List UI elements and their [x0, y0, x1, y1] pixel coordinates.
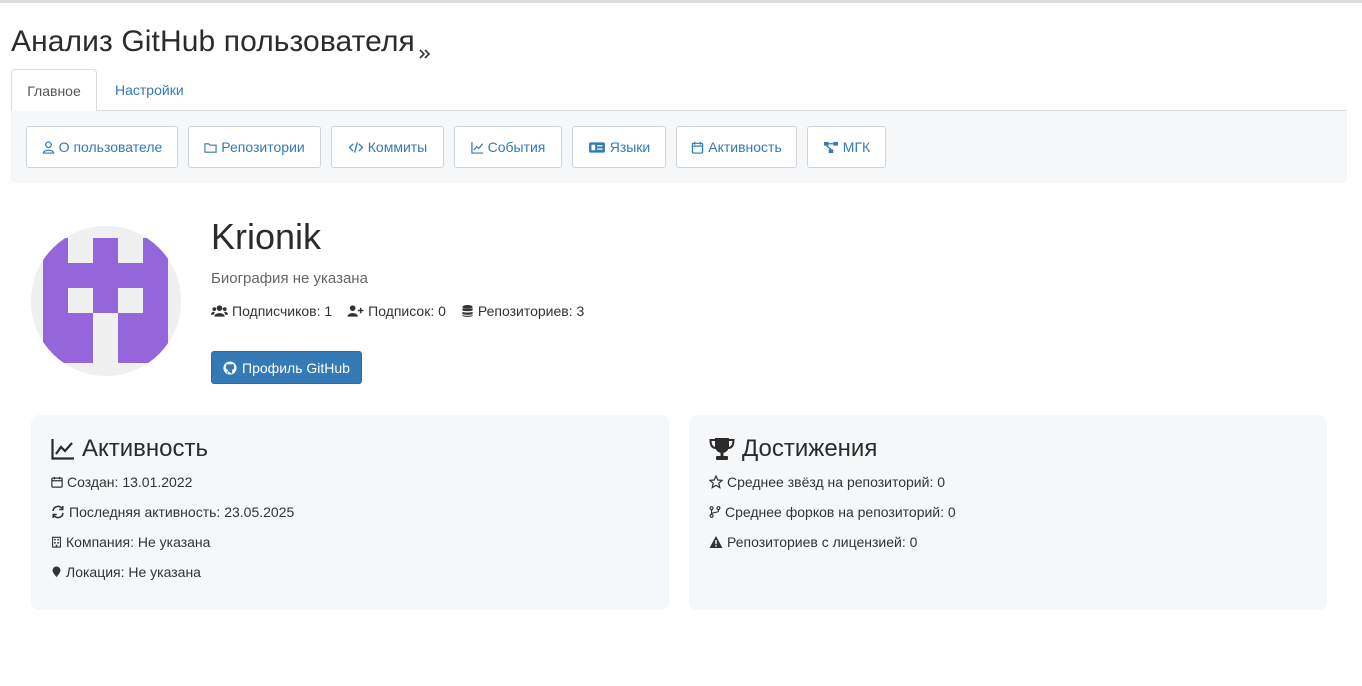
activity-label: Активность [708, 139, 782, 155]
building-icon [52, 536, 61, 548]
double-chevron-right-icon[interactable] [418, 47, 432, 61]
repos-stat: Репозиториев: 3 [461, 303, 584, 319]
user-plus-icon [347, 305, 364, 317]
map-marker-icon [52, 566, 61, 578]
avg-forks-row: Среднее форков на репозиторий: 0 [709, 503, 956, 521]
page-title: Анализ GitHub пользователя [11, 25, 415, 58]
tab-main[interactable]: Главное [11, 69, 97, 112]
events-button[interactable]: События [454, 126, 562, 168]
users-icon [211, 305, 228, 317]
location-row: Локация: Не указана [51, 563, 201, 581]
languages-button[interactable]: Языки [572, 126, 666, 168]
user-icon [42, 140, 54, 154]
following-count: Подписок: 0 [368, 303, 446, 319]
last-activity-row: Последняя активность: 23.05.2025 [51, 503, 294, 521]
browser-top-border [0, 0, 1362, 3]
tab-bar: Главное Настройки [11, 69, 1347, 112]
calendar-icon [51, 476, 63, 488]
id-card-icon [588, 141, 605, 153]
avg-stars-text: Среднее звёзд на репозиторий: 0 [727, 474, 946, 490]
followers-count: Подписчиков: 1 [232, 303, 333, 319]
username: Krionik [211, 216, 322, 257]
followers-stat: Подписчиков: 1 [211, 303, 332, 319]
activity-card-header: Активность [51, 435, 208, 463]
github-profile-button[interactable]: Профиль GitHub [211, 351, 362, 384]
github-profile-label: Профиль GitHub [242, 359, 350, 376]
repositories-label: Репозитории [221, 139, 305, 155]
calendar-icon [692, 141, 704, 154]
code-fork-icon [709, 506, 721, 518]
commits-label: Коммиты [367, 139, 428, 155]
about-user-button[interactable]: О пользователе [26, 126, 178, 168]
languages-label: Языки [609, 139, 651, 155]
mgk-label: МГК [842, 139, 871, 155]
warning-icon [709, 536, 723, 548]
company-row: Компания: Не указана [51, 533, 210, 551]
network-icon [823, 141, 838, 153]
bio-text: Биография не указана [211, 270, 368, 287]
avg-forks-text: Среднее форков на репозиторий: 0 [725, 504, 956, 520]
events-label: События [487, 139, 546, 155]
avatar [31, 226, 181, 376]
trophy-icon [709, 438, 735, 460]
chart-line-icon [51, 439, 74, 460]
company-text: Компания: Не указана [66, 534, 211, 550]
code-icon [348, 141, 364, 153]
chart-line-icon [470, 141, 483, 154]
mgk-button[interactable]: МГК [807, 126, 886, 168]
avg-stars-row: Среднее звёзд на репозиторий: 0 [709, 473, 945, 491]
repos-count: Репозиториев: 3 [477, 303, 585, 319]
location-text: Локация: Не указана [66, 564, 201, 580]
folder-icon [204, 142, 217, 153]
sync-icon [52, 505, 64, 519]
github-icon [223, 360, 237, 375]
activity-card-title: Активность [82, 435, 209, 462]
achievements-card-header: Достижения [709, 435, 877, 463]
licensed-repos-text: Репозиториев с лицензией: 0 [727, 534, 918, 550]
created-text: Создан: 13.01.2022 [67, 474, 193, 490]
identicon-image [31, 226, 181, 376]
tab-settings[interactable]: Настройки [99, 69, 200, 111]
activity-button[interactable]: Активность [676, 126, 797, 168]
following-stat: Подписок: 0 [347, 303, 446, 319]
commits-button[interactable]: Коммиты [331, 126, 444, 168]
achievements-card-title: Достижения [742, 435, 878, 462]
activity-card: Активность Создан: 13.01.2022 Последняя … [31, 415, 669, 610]
achievements-card: Достижения Среднее звёзд на репозиторий:… [689, 415, 1327, 610]
star-icon [709, 475, 723, 489]
section-toolbar: О пользователе Репозитории Коммиты Событ… [11, 111, 1347, 183]
created-row: Создан: 13.01.2022 [51, 473, 192, 491]
last-activity-text: Последняя активность: 23.05.2025 [69, 504, 295, 520]
about-user-label: О пользователе [58, 139, 163, 155]
licensed-repos-row: Репозиториев с лицензией: 0 [709, 533, 917, 551]
profile-stats: Подписчиков: 1 Подписок: 0 Репозиториев:… [211, 303, 599, 319]
repositories-button[interactable]: Репозитории [188, 126, 321, 168]
database-icon [462, 304, 473, 317]
